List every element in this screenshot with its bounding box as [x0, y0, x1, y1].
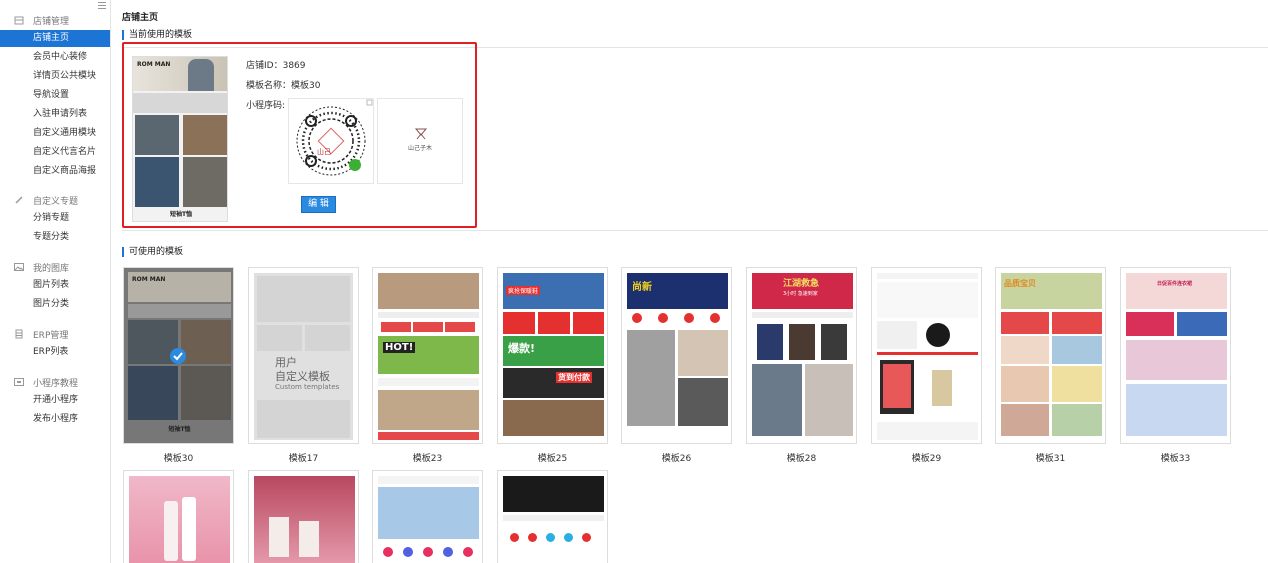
- template-card-28[interactable]: 江湖救急 3小时 急速到家: [746, 267, 857, 444]
- store-icon: [14, 16, 24, 25]
- monitor-icon: [14, 378, 24, 386]
- thumb-title-text: 品质宝贝: [1004, 279, 1036, 288]
- thumb-sub-text: 3小时 急速到家: [783, 291, 818, 297]
- sidebar-item-custom-module[interactable]: 自定义通用模块: [0, 125, 110, 142]
- template-card-row2-2[interactable]: [248, 470, 359, 563]
- sidebar-item-nav-settings[interactable]: 导航设置: [0, 87, 110, 104]
- sidebar-item-store-home[interactable]: 店铺主页: [0, 30, 110, 47]
- thumb-brand-text: ROM MAN: [137, 61, 171, 68]
- sidebar-item-image-category[interactable]: 图片分类: [0, 296, 110, 313]
- sidebar-group-label: 店铺管理: [33, 16, 70, 27]
- sidebar-item-erp-list[interactable]: ERP列表: [0, 344, 110, 361]
- template-card-row2-4[interactable]: [497, 470, 608, 563]
- thumb-banner-text: HOT!: [383, 342, 416, 353]
- sidebar-item-detail-module[interactable]: 详情页公共模块: [0, 68, 110, 85]
- template-label: 模板33: [1160, 454, 1191, 464]
- thumb-title-text: 疯抢保暖鞋: [506, 286, 541, 295]
- current-template-thumbnail: ROM MAN 短袖T恤: [132, 56, 228, 222]
- template-name-label: 模板名称：: [246, 81, 292, 91]
- thumb-cod-text: 货到付款: [556, 372, 592, 383]
- sidebar-group-topic[interactable]: 自定义专题: [14, 193, 78, 207]
- sidebar-group-erp[interactable]: ERP管理: [14, 327, 68, 341]
- menu-collapse-icon[interactable]: [98, 2, 106, 10]
- sidebar: 店铺管理 店铺主页 会员中心装修 详情页公共模块 导航设置 入驻申请列表 自定义…: [0, 0, 111, 563]
- logo-icon: [414, 128, 428, 140]
- database-icon: [15, 329, 23, 339]
- selected-check-icon: [170, 348, 186, 364]
- template-label: 模板29: [911, 454, 942, 464]
- template-card-row2-1[interactable]: [123, 470, 234, 563]
- template-card-25[interactable]: 疯抢保暖鞋 爆款! 货到付款: [497, 267, 608, 444]
- template-label: 模板30: [163, 454, 194, 464]
- template-card-29[interactable]: [871, 267, 982, 444]
- template-card-23[interactable]: HOT!: [372, 267, 483, 444]
- template-label: 模板25: [537, 454, 568, 464]
- pencil-icon: [15, 196, 23, 204]
- template-card-31[interactable]: 品质宝贝: [995, 267, 1106, 444]
- sidebar-item-open-miniprogram[interactable]: 开通小程序: [0, 392, 110, 409]
- thumb-caption: 短袖T恤: [169, 211, 193, 218]
- template-label: 模板17: [288, 454, 319, 464]
- thumb-title-text: 江湖救急: [783, 279, 820, 289]
- template-name-value: 模板30: [291, 81, 321, 91]
- store-id-row: 店铺ID：3869: [246, 58, 306, 71]
- template-card-30[interactable]: ROM MAN 短袖T恤: [123, 267, 234, 444]
- sidebar-group-label: 自定义专题: [33, 196, 79, 207]
- sidebar-group-store[interactable]: 店铺管理: [14, 13, 69, 27]
- current-template-section-title: 当前使用的模板: [122, 30, 192, 40]
- divider: [122, 230, 1268, 231]
- page-title: 店铺主页: [122, 13, 159, 23]
- template-card-26[interactable]: 尚新: [621, 267, 732, 444]
- current-template-panel: ROM MAN 短袖T恤 店铺ID：3869 模板名称：模板30 小程序码: 山…: [122, 42, 477, 228]
- sidebar-item-custom-poster[interactable]: 自定义商品海报: [0, 163, 110, 180]
- template-card-row2-3[interactable]: [372, 470, 483, 563]
- sidebar-item-application-list[interactable]: 入驻申请列表: [0, 106, 110, 123]
- custom-template-line3: Custom templates: [275, 383, 340, 391]
- thumb-brand-text: ROM MAN: [132, 276, 166, 283]
- image-icon: [14, 263, 24, 271]
- mini-program-label: 小程序码:: [246, 101, 286, 111]
- template-label: 模板26: [661, 454, 692, 464]
- sidebar-item-publish-miniprogram[interactable]: 发布小程序: [0, 411, 110, 428]
- thumb-sale-text: 爆款!: [508, 342, 536, 355]
- template-label: 模板28: [786, 454, 817, 464]
- edit-button[interactable]: 编 辑: [301, 196, 336, 213]
- sidebar-group-tutorial[interactable]: 小程序教程: [14, 375, 78, 389]
- template-name-row: 模板名称：模板30: [246, 78, 320, 91]
- store-id-label: 店铺ID：: [246, 61, 283, 71]
- available-template-section-title: 可使用的模板: [122, 247, 183, 257]
- custom-template-line2: 自定义模板: [275, 370, 330, 383]
- thumb-brand-text: 尚新: [632, 282, 652, 293]
- thumb-title-text: 日促百件连衣裙: [1157, 281, 1193, 287]
- sidebar-group-label: ERP管理: [33, 330, 69, 341]
- sidebar-group-label: 我的图库: [33, 263, 70, 274]
- sidebar-item-topic-category[interactable]: 专题分类: [0, 229, 110, 246]
- store-logo: 山己子木: [377, 98, 463, 184]
- template-card-17[interactable]: 用户 自定义模板 Custom templates: [248, 267, 359, 444]
- sidebar-item-custom-card[interactable]: 自定义代言名片: [0, 144, 110, 161]
- sidebar-group-gallery[interactable]: 我的图库: [14, 260, 69, 274]
- sidebar-item-member-center[interactable]: 会员中心装修: [0, 49, 110, 66]
- template-label: 模板31: [1035, 454, 1066, 464]
- sidebar-item-image-list[interactable]: 图片列表: [0, 277, 110, 294]
- qr-code-icon: [296, 99, 373, 176]
- main-content: 店铺主页 当前使用的模板 ROM MAN 短袖T恤 店铺ID：3869 模板名称…: [111, 0, 1268, 563]
- logo-text: 山己子木: [407, 145, 432, 152]
- sidebar-group-label: 小程序教程: [33, 378, 79, 389]
- qr-logo-text: 山己: [317, 148, 331, 156]
- thumb-caption: 短袖T恤: [168, 426, 191, 433]
- store-id-value: 3869: [282, 61, 306, 71]
- mini-program-qr-code: 山己: [288, 98, 374, 184]
- template-label: 模板23: [412, 454, 443, 464]
- template-card-33[interactable]: 日促百件连衣裙: [1120, 267, 1231, 444]
- sidebar-item-distribution-topic[interactable]: 分销专题: [0, 210, 110, 227]
